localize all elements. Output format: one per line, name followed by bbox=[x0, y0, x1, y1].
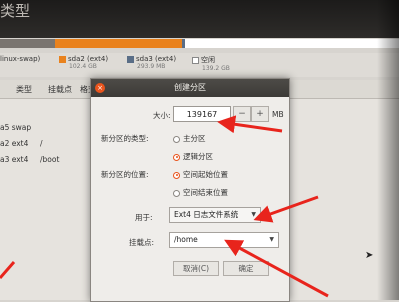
filesystem-select[interactable]: Ext4 日志文件系统 ▼ bbox=[169, 207, 261, 223]
column-mount[interactable]: 挂载点 bbox=[48, 84, 72, 95]
partition-usage-bar bbox=[0, 39, 399, 48]
row-device: a5 swap bbox=[0, 123, 32, 132]
size-label: 大小: bbox=[153, 111, 171, 120]
legend-item-free: 空闲 139.2 GB bbox=[192, 55, 230, 72]
legend-name: linux-swap) bbox=[0, 55, 41, 63]
legend-item-sda2: sda2 (ext4) 102.4 GB bbox=[59, 55, 108, 70]
legend-item-swap: linux-swap) bbox=[0, 55, 40, 63]
legend-item-sda3: sda3 (ext4) 293.9 MB bbox=[127, 55, 176, 70]
legend-swatch bbox=[127, 55, 134, 63]
row-device: a2 ext4 bbox=[0, 139, 29, 148]
usage-segment-free bbox=[185, 39, 399, 48]
legend-size: 293.9 MB bbox=[137, 63, 166, 70]
radio-button[interactable] bbox=[173, 189, 180, 197]
legend-swatch bbox=[192, 56, 199, 64]
legend-name: sda2 (ext4) bbox=[68, 55, 109, 63]
size-unit-label: MB bbox=[272, 110, 284, 119]
cancel-button[interactable]: 取消(C) bbox=[173, 261, 219, 276]
window-top-background: 类型 bbox=[0, 0, 399, 38]
mount-point-label: 挂载点: bbox=[129, 238, 155, 247]
close-icon[interactable]: × bbox=[95, 83, 105, 93]
size-increment-button[interactable]: + bbox=[251, 106, 269, 122]
photo-edge-shadow bbox=[377, 0, 399, 300]
use-as-label: 用于: bbox=[135, 213, 153, 222]
partition-location-label: 新分区的位置: bbox=[101, 170, 149, 179]
partition-type-label: 新分区的类型: bbox=[101, 134, 149, 143]
dialog-title: 创建分区 bbox=[91, 79, 289, 97]
row-device: a3 ext4 bbox=[0, 155, 29, 164]
mount-point-combobox[interactable]: /home ▼ bbox=[169, 232, 279, 248]
size-decrement-button[interactable]: − bbox=[233, 106, 251, 122]
radio-primary[interactable]: 主分区 bbox=[173, 133, 206, 144]
legend-size: 139.2 GB bbox=[202, 65, 230, 72]
legend-swatch bbox=[59, 55, 66, 63]
radio-logical[interactable]: 逻辑分区 bbox=[173, 151, 213, 162]
row-mount: /boot bbox=[40, 155, 60, 164]
legend-name: sda3 (ext4) bbox=[136, 55, 177, 63]
radio-start[interactable]: 空间起始位置 bbox=[173, 169, 228, 180]
radio-button[interactable] bbox=[173, 171, 180, 179]
legend-name: 空闲 bbox=[201, 56, 215, 64]
mount-point-value: /home bbox=[174, 235, 198, 244]
chevron-down-icon: ▼ bbox=[251, 211, 256, 218]
ok-button[interactable]: 确定 bbox=[223, 261, 269, 276]
radio-label: 主分区 bbox=[183, 134, 206, 143]
usage-segment-swap bbox=[0, 39, 55, 48]
window-title-fragment: 类型 bbox=[0, 2, 31, 20]
chevron-down-icon: ▼ bbox=[269, 236, 274, 243]
radio-button[interactable] bbox=[173, 153, 180, 161]
legend-size: 102.4 GB bbox=[69, 63, 97, 70]
radio-end[interactable]: 空间结束位置 bbox=[173, 187, 228, 198]
mouse-cursor-icon: ➤ bbox=[365, 250, 374, 261]
radio-label: 逻辑分区 bbox=[183, 152, 213, 161]
radio-button[interactable] bbox=[173, 135, 180, 143]
radio-label: 空间结束位置 bbox=[183, 188, 228, 197]
size-input[interactable]: 139167 bbox=[173, 106, 231, 122]
filesystem-value: Ext4 日志文件系统 bbox=[174, 210, 239, 219]
row-mount: / bbox=[40, 139, 43, 148]
usage-segment-sda2 bbox=[55, 39, 182, 48]
create-partition-dialog: 创建分区 × 大小: 139167 − + MB 新分区的类型: 主分区 逻辑分… bbox=[90, 78, 290, 302]
radio-label: 空间起始位置 bbox=[183, 170, 228, 179]
partition-legend: linux-swap) sda2 (ext4) 102.4 GB sda3 (e… bbox=[0, 53, 399, 77]
column-type[interactable]: 类型 bbox=[16, 84, 32, 95]
